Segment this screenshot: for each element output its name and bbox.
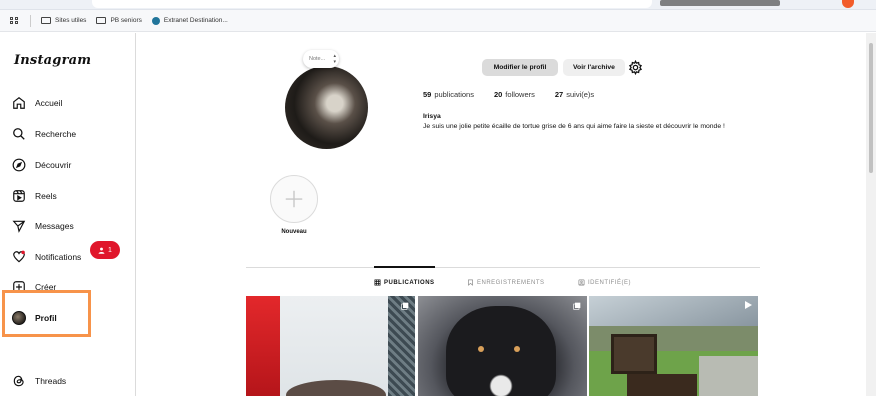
plus-icon	[285, 190, 303, 208]
new-highlight-label: Nouveau	[281, 229, 307, 235]
post-image-part	[699, 356, 758, 396]
threads-icon	[12, 374, 26, 388]
notification-badge: 1	[90, 241, 120, 259]
sidebar-item-label: Découvrir	[35, 160, 72, 170]
post-thumbnail[interactable]	[418, 296, 587, 396]
post-image-part	[589, 296, 758, 326]
wordpress-icon	[151, 16, 160, 25]
browser-profile-icon[interactable]	[842, 0, 854, 8]
tab-publications[interactable]: PUBLICATIONS	[374, 279, 435, 286]
tabs-divider	[246, 267, 760, 268]
gear-icon[interactable]	[628, 60, 643, 75]
note-placeholder: Note...	[309, 56, 326, 62]
sidebar-item-label: Reels	[35, 191, 57, 201]
tab-enregistrements[interactable]: ENREGISTREMENTS	[467, 279, 545, 286]
home-icon	[12, 96, 26, 110]
profile-username: Irisya	[423, 113, 441, 120]
grid-icon	[374, 279, 381, 286]
posts-label: publications	[434, 90, 474, 99]
page-scrollbar[interactable]	[866, 33, 876, 396]
stat-following[interactable]: 27 suivi(e)s	[555, 90, 594, 99]
note-bubble[interactable]: Note... ▴ ▾	[303, 50, 339, 68]
active-tab-indicator	[374, 266, 435, 268]
stat-posts: 59 publications	[423, 90, 474, 99]
address-bar[interactable]	[92, 0, 652, 8]
view-archive-button[interactable]: Voir l'archive	[563, 59, 625, 76]
post-image-part	[611, 334, 657, 374]
carousel-icon	[573, 302, 581, 310]
bookmark-label: Sites utiles	[55, 17, 87, 24]
sidebar-item-messages[interactable]: Messages	[12, 219, 74, 233]
sidebar-item-label: Threads	[35, 376, 67, 386]
profile-stats: 59 publications 20 followers 27 suivi(e)s	[423, 90, 614, 99]
post-image-part	[627, 374, 697, 396]
bookmark-sites-utiles[interactable]: Sites utiles	[41, 17, 86, 24]
compass-icon	[12, 158, 26, 172]
sidebar-item-label: Accueil	[35, 98, 63, 108]
stat-followers[interactable]: 20 followers	[494, 90, 535, 99]
profile-highlight-box	[2, 290, 91, 337]
folder-icon	[96, 17, 107, 24]
post-image-part	[478, 346, 484, 352]
new-highlight-button[interactable]	[270, 175, 318, 223]
post-image-part	[514, 346, 520, 352]
followers-label: followers	[505, 90, 535, 99]
sidebar-item-recherche[interactable]: Recherche	[12, 127, 76, 141]
apps-grid-icon[interactable]	[10, 16, 18, 25]
followers-count: 20	[493, 90, 503, 99]
scrollbar-thumb[interactable]	[869, 43, 873, 173]
post-image-part	[388, 296, 415, 396]
play-icon	[745, 301, 752, 309]
sidebar-item-label: Recherche	[35, 129, 77, 139]
sidebar-item-label: Notifications	[35, 252, 82, 262]
tab-label: IDENTIFIÉ(E)	[588, 279, 631, 286]
notification-count: 1	[108, 246, 112, 254]
following-label: suivi(e)s	[566, 90, 595, 99]
post-thumbnail[interactable]	[246, 296, 415, 396]
tab-label: ENREGISTREMENTS	[477, 279, 545, 286]
search-icon	[12, 127, 26, 141]
reels-icon	[12, 189, 26, 203]
chevron-updown-icon: ▴ ▾	[333, 53, 336, 65]
bookmark-pb-seniors[interactable]: PB seniors	[96, 17, 142, 24]
posts-count: 59	[423, 90, 432, 99]
sidebar-item-accueil[interactable]: Accueil	[12, 96, 62, 110]
sidebar: Instagram Accueil Recherche Découvrir Re…	[0, 33, 136, 396]
bookmark-label: PB seniors	[110, 17, 142, 24]
bookmarks-bar: Sites utiles PB seniors Extranet Destina…	[0, 10, 876, 32]
tab-identifie[interactable]: IDENTIFIÉ(E)	[578, 279, 631, 286]
tag-user-icon	[578, 279, 585, 286]
bookmark-extranet[interactable]: Extranet Destination...	[151, 16, 228, 25]
carousel-icon	[401, 302, 409, 310]
sidebar-item-threads[interactable]: Threads	[12, 374, 66, 388]
post-image-part	[246, 296, 280, 396]
profile-avatar[interactable]	[285, 66, 368, 149]
post-thumbnail[interactable]	[589, 296, 758, 396]
instagram-logo[interactable]: Instagram	[14, 53, 91, 68]
browser-top-bar	[0, 0, 876, 10]
bookmark-icon	[468, 279, 473, 286]
following-count: 27	[554, 90, 564, 99]
folder-icon	[41, 17, 51, 24]
sidebar-item-label: Messages	[35, 221, 74, 231]
bookmark-label: Extranet Destination...	[163, 17, 228, 24]
bookmarks-separator	[30, 14, 31, 27]
send-icon	[12, 219, 26, 233]
tab-label: PUBLICATIONS	[384, 279, 435, 286]
sidebar-item-notifications[interactable]: Notifications	[12, 250, 81, 264]
person-icon	[98, 247, 105, 254]
sidebar-item-decouvrir[interactable]: Découvrir	[12, 158, 71, 172]
profile-bio: Je suis une jolie petite écaille de tort…	[423, 123, 725, 130]
heart-icon	[12, 250, 26, 264]
post-image-part	[446, 306, 556, 396]
edit-profile-button[interactable]: Modifier le profil	[482, 59, 558, 76]
sidebar-item-reels[interactable]: Reels	[12, 189, 57, 203]
browser-toolbar-icons	[660, 0, 780, 6]
